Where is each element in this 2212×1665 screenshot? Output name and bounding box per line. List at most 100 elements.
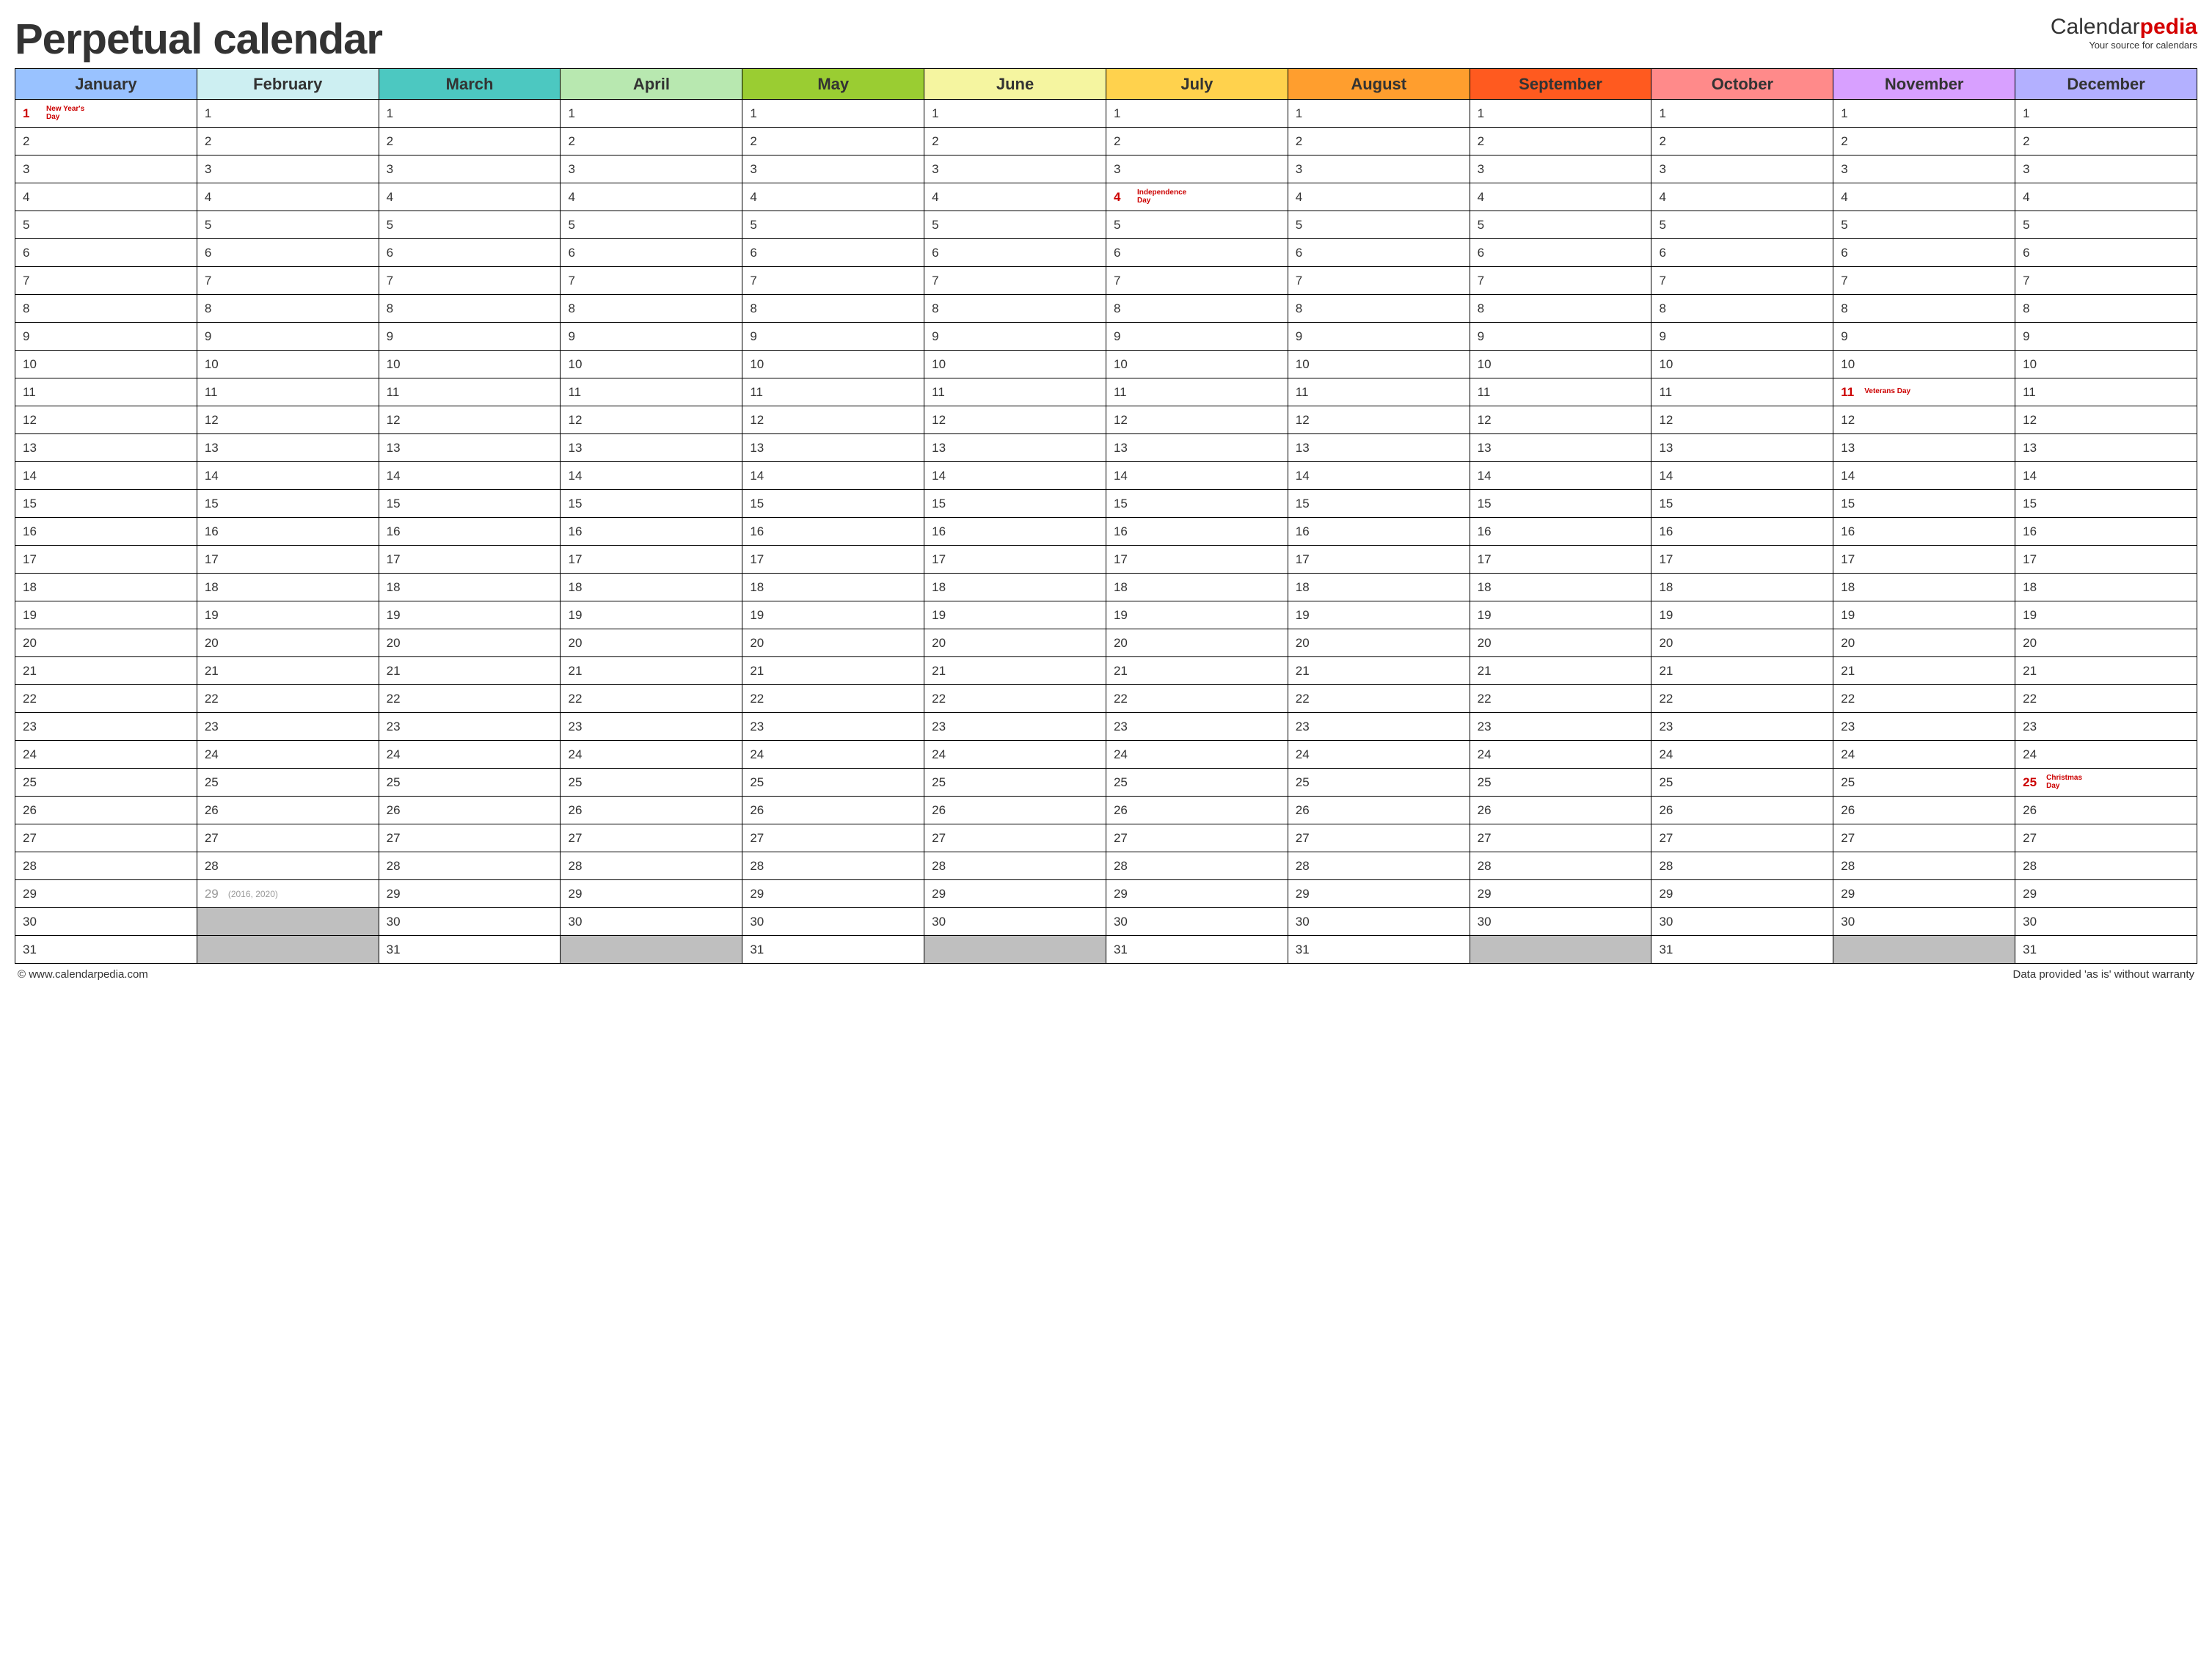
day-number: 26 [1841,803,1860,818]
day-cell: 23 [1106,713,1288,741]
day-cell: 30 [1651,908,1833,936]
day-cell: 25 [742,769,924,797]
day-cell: 6 [15,239,197,267]
day-number: 5 [932,218,951,233]
day-cell: 25 [1470,769,1651,797]
day-row: 4444444Independence Day44444 [15,183,2197,211]
day-cell: 2 [1106,128,1288,155]
day-cell: 19 [561,601,742,629]
day-row: 1New Year's Day11111111111 [15,100,2197,128]
day-number: 16 [1114,524,1133,539]
day-number: 8 [1478,301,1497,316]
day-number: 7 [1478,274,1497,288]
day-cell: 31 [742,936,924,964]
day-number: 1 [1841,106,1860,121]
day-number: 17 [205,552,224,567]
day-number: 24 [750,747,769,762]
day-cell: 21 [1651,657,1833,685]
day-number: 31 [2023,943,2042,957]
day-cell: 3 [1288,155,1470,183]
day-number: 16 [205,524,224,539]
day-cell: 6 [742,239,924,267]
day-cell: 11 [924,378,1106,406]
day-cell: 10 [1470,351,1651,378]
day-cell: 8 [15,295,197,323]
day-number: 26 [568,803,587,818]
day-number: 17 [750,552,769,567]
day-cell: 25 [197,769,379,797]
day-cell [924,936,1106,964]
day-number: 18 [1296,580,1315,595]
day-cell: 20 [742,629,924,657]
day-number: 2 [23,134,42,149]
day-number: 16 [568,524,587,539]
day-number: 27 [568,831,587,846]
day-number: 6 [1841,246,1860,260]
day-cell: 21 [2015,657,2197,685]
day-number: 13 [23,441,42,455]
month-header: December [2015,69,2197,100]
day-cell: 1 [742,100,924,128]
day-number: 6 [1478,246,1497,260]
day-cell: 10 [742,351,924,378]
day-number: 19 [1296,608,1315,623]
day-cell: 26 [379,797,561,824]
day-number: 22 [1659,692,1678,706]
day-cell: 10 [1833,351,2015,378]
day-cell: 21 [197,657,379,685]
header: Perpetual calendar Calendarpedia Your so… [15,15,2197,64]
day-cell: 22 [379,685,561,713]
day-number: 20 [1841,636,1860,651]
day-cell: 1 [197,100,379,128]
day-number: 26 [2023,803,2042,818]
day-cell: 14 [1651,462,1833,490]
day-number: 31 [23,943,42,957]
day-number: 27 [387,831,406,846]
day-number: 4 [750,190,769,205]
day-number: 31 [1659,943,1678,957]
day-cell: 16 [1470,518,1651,546]
day-number: 14 [1478,469,1497,483]
day-cell: 19 [1833,601,2015,629]
day-number: 14 [750,469,769,483]
day-number: 26 [387,803,406,818]
day-number: 1 [387,106,406,121]
day-cell: 24 [561,741,742,769]
day-cell: 14 [2015,462,2197,490]
day-cell: 13 [1470,434,1651,462]
day-number: 23 [23,720,42,734]
day-cell: 18 [15,574,197,601]
day-cell: 1 [1470,100,1651,128]
day-number: 17 [1114,552,1133,567]
day-cell: 17 [742,546,924,574]
day-cell: 29 [1833,880,2015,908]
day-row: 191919191919191919191919 [15,601,2197,629]
day-cell: 27 [742,824,924,852]
day-cell: 1 [1833,100,2015,128]
day-number: 23 [1296,720,1315,734]
day-cell: 26 [1106,797,1288,824]
day-number: 18 [1478,580,1497,595]
day-number: 27 [1296,831,1315,846]
day-number: 11 [1114,385,1133,400]
day-number: 12 [2023,413,2042,428]
day-cell: 21 [379,657,561,685]
day-number: 6 [387,246,406,260]
day-number: 16 [23,524,42,539]
day-cell: 30 [2015,908,2197,936]
day-number: 20 [205,636,224,651]
day-cell: 23 [1651,713,1833,741]
day-number: 26 [1659,803,1678,818]
day-number: 19 [23,608,42,623]
day-cell: 10 [1288,351,1470,378]
day-cell: 2 [15,128,197,155]
day-cell: 22 [197,685,379,713]
day-cell: 11 [1288,378,1470,406]
day-number: 18 [750,580,769,595]
day-cell: 4 [2015,183,2197,211]
day-number: 16 [1841,524,1860,539]
day-number: 29 [1296,887,1315,901]
day-row: 222222222222 [15,128,2197,155]
day-cell: 11 [1470,378,1651,406]
day-cell: 21 [742,657,924,685]
